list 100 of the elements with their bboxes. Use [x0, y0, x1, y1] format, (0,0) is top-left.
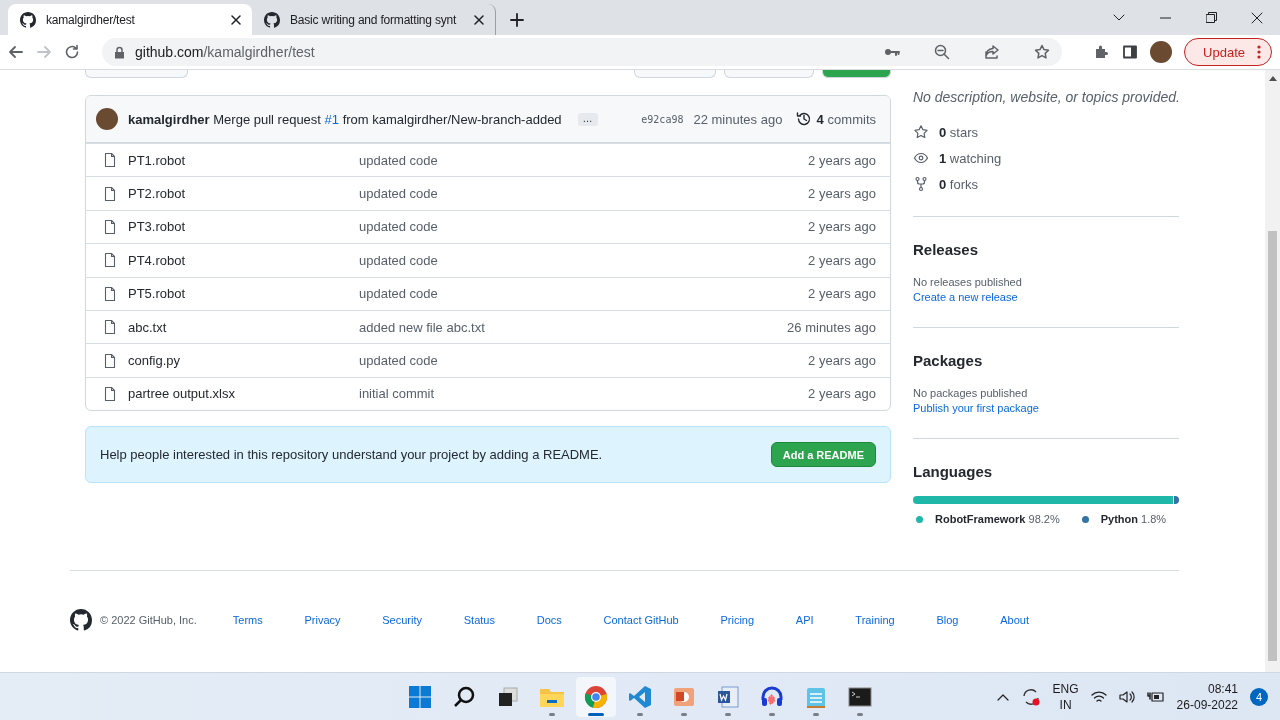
puzzle-icon[interactable]: [1094, 44, 1111, 60]
section-note: No packages published: [913, 387, 1029, 399]
commits-link[interactable]: 4 commits: [796, 111, 876, 127]
commit-hash[interactable]: e92ca98: [641, 113, 684, 125]
scroll-up-icon: [1268, 76, 1277, 81]
lock-icon: [114, 45, 125, 59]
file-row[interactable]: abc.txt added new file abc.txt 26 minutes ago: [86, 309, 890, 344]
footer-link[interactable]: Security: [382, 614, 423, 626]
star-icon[interactable]: [1034, 44, 1051, 60]
commit-message: updated code: [359, 152, 439, 168]
commit-message: added new file abc.txt: [359, 319, 486, 335]
file-icon: [102, 252, 118, 269]
sync-icon: [1020, 686, 1041, 707]
chevron-down-icon[interactable]: [1113, 13, 1125, 22]
speaker-icon[interactable]: [1118, 689, 1135, 704]
footer-link[interactable]: Training: [855, 614, 895, 626]
file-icon: [102, 185, 118, 202]
eye-icon: [913, 150, 929, 166]
repo-description: No description, website, or topics provided.: [913, 88, 1179, 106]
file-row[interactable]: PT3.robot updated code 2 years ago: [86, 209, 890, 244]
file-row[interactable]: PT4.robot updated code 2 years ago: [86, 243, 890, 277]
file-time: 2 years ago: [808, 152, 876, 168]
update-button[interactable]: Update: [1184, 38, 1272, 66]
share-icon[interactable]: [984, 44, 1001, 60]
reload-icon[interactable]: [64, 44, 80, 60]
file-icon: [102, 152, 118, 169]
expand-button[interactable]: …: [577, 112, 598, 126]
stat-link[interactable]: 1 watching: [939, 150, 1002, 166]
pull-request-link[interactable]: #1: [324, 111, 340, 127]
footer-link[interactable]: Contact GitHub: [603, 614, 679, 626]
file-name[interactable]: PT2.robot: [128, 186, 359, 202]
search-icon: [452, 684, 476, 709]
close-icon[interactable]: [473, 13, 485, 26]
file-row[interactable]: PT1.robot updated code 2 years ago: [86, 143, 890, 177]
close-icon[interactable]: [230, 13, 242, 26]
footer-link[interactable]: Pricing: [720, 614, 755, 626]
clock[interactable]: 08:41 26-09-2022: [1176, 680, 1238, 713]
code-editor-icon: [628, 684, 652, 709]
notification-badge[interactable]: 4: [1250, 687, 1268, 706]
footer-link[interactable]: API: [795, 614, 814, 626]
footer-link[interactable]: Docs: [536, 614, 562, 626]
file-icon: [102, 285, 118, 302]
file-name[interactable]: PT5.robot: [128, 286, 359, 302]
file-name[interactable]: config.py: [128, 353, 359, 369]
commit-message: initial commit: [359, 386, 436, 402]
file-row[interactable]: PT2.robot updated code 2 years ago: [86, 176, 890, 210]
stat-link[interactable]: 0 stars: [939, 124, 979, 140]
browser-tab[interactable]: Basic writing and formatting synt: [252, 4, 496, 35]
stat-link[interactable]: 0 forks: [939, 176, 979, 192]
url-text: github.com/kamalgirdher/test: [135, 44, 316, 60]
footer-link[interactable]: Blog: [936, 614, 959, 626]
new-tab-icon[interactable]: [510, 13, 524, 27]
commit-message: updated code: [359, 353, 439, 369]
chevron-up-icon[interactable]: [996, 692, 1009, 701]
section-link[interactable]: Publish your first package: [913, 402, 1179, 414]
address-bar[interactable]: github.com/kamalgirdher/test: [102, 38, 1063, 66]
github-icon: [70, 609, 92, 631]
file-row[interactable]: config.py updated code 2 years ago: [86, 343, 890, 377]
zoom-out-icon[interactable]: [934, 44, 951, 60]
close-icon[interactable]: [1251, 11, 1263, 24]
minimize-icon[interactable]: [1159, 16, 1171, 19]
footer-link[interactable]: Status: [463, 614, 495, 626]
file-name[interactable]: PT4.robot: [128, 252, 359, 268]
key-icon[interactable]: [884, 47, 901, 57]
section-title: Packages: [913, 352, 984, 369]
footer-link[interactable]: Privacy: [304, 614, 341, 626]
file-name[interactable]: PT1.robot: [128, 152, 359, 168]
github-icon: [264, 11, 280, 28]
section-note: No releases published: [913, 276, 1023, 288]
footer-link[interactable]: About: [1000, 614, 1029, 626]
file-name[interactable]: PT3.robot: [128, 219, 359, 235]
github-icon: [20, 11, 36, 28]
star-icon: [913, 124, 929, 140]
browser-tab[interactable]: kamalgirdher/test: [8, 4, 252, 35]
commit-message: updated code: [359, 286, 439, 302]
file-name[interactable]: abc.txt: [128, 319, 359, 335]
file-row[interactable]: PT5.robot updated code 2 years ago: [86, 276, 890, 310]
headphones-icon: [760, 684, 784, 709]
file-time: 2 years ago: [808, 286, 876, 302]
back-icon[interactable]: [8, 44, 24, 60]
scrollbar[interactable]: [1265, 70, 1280, 672]
file-time: 26 minutes ago: [787, 319, 876, 335]
file-row[interactable]: partree output.xlsx initial commit 2 years ago: [86, 376, 890, 411]
language-label[interactable]: RobotFramework 98.2%: [935, 513, 1060, 525]
restore-icon[interactable]: [1205, 12, 1217, 23]
language-indicator[interactable]: ENG IN: [1052, 680, 1079, 713]
battery-icon[interactable]: [1146, 689, 1165, 704]
fork-icon: [913, 176, 929, 192]
side-panel-icon[interactable]: [1122, 44, 1139, 60]
wifi-icon[interactable]: [1090, 689, 1107, 704]
file-icon: [102, 218, 118, 235]
document-icon: [716, 684, 740, 709]
file-time: 2 years ago: [808, 386, 876, 402]
footer-link[interactable]: Terms: [232, 614, 263, 626]
file-name[interactable]: partree output.xlsx: [128, 386, 359, 402]
terminal-icon: [848, 685, 872, 708]
language-label[interactable]: Python 1.8%: [1100, 513, 1167, 525]
section-link[interactable]: Create a new release: [913, 291, 1179, 303]
profile-avatar[interactable]: [1150, 41, 1173, 63]
history-icon: [796, 111, 813, 127]
